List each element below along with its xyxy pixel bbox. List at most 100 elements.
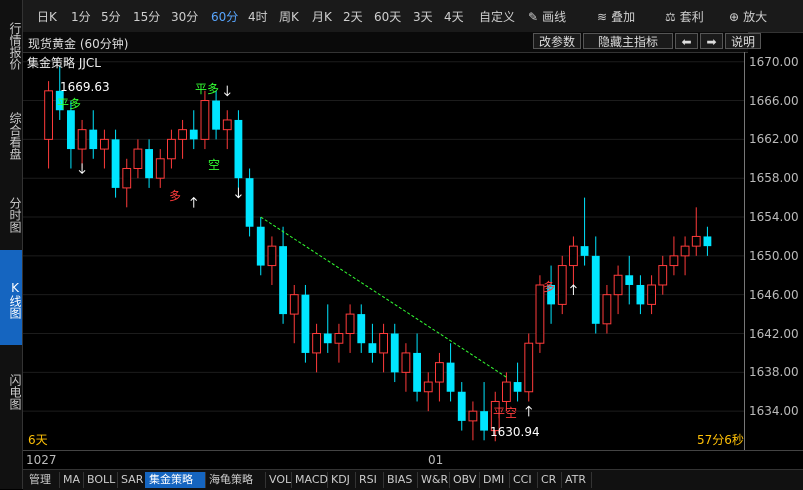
candle-body: [401, 352, 411, 373]
candle-body: [234, 119, 243, 179]
candle-body: [44, 90, 53, 140]
indicator-tab-13[interactable]: DMI: [479, 472, 510, 488]
price-tick-2: 1662.00: [749, 132, 799, 147]
candle-body: [245, 178, 254, 227]
indicator-tab-6[interactable]: VOL: [265, 472, 292, 488]
tool-button-1[interactable]: ≋ 叠加: [597, 8, 635, 25]
period-button-1[interactable]: 1分: [71, 8, 91, 25]
candle-body: [89, 129, 98, 150]
candle-body: [189, 129, 198, 140]
candle-body: [625, 275, 634, 285]
period-button-13[interactable]: 自定义: [479, 8, 515, 25]
indicator-tab-12[interactable]: OBV: [449, 472, 480, 488]
candle-body: [647, 284, 656, 305]
period-button-12[interactable]: 4天: [444, 8, 464, 25]
candlestick-chart[interactable]: [23, 52, 744, 450]
left-tab-3[interactable]: K线图: [0, 250, 22, 345]
indicator-tab-4[interactable]: 集金策略: [145, 472, 206, 488]
left-tab-1[interactable]: 综合看盘: [0, 92, 22, 176]
tool-label-3: 放大: [743, 10, 768, 24]
signal-arrow-2: [190, 196, 198, 208]
indicator-tab-10[interactable]: BIAS: [383, 472, 418, 488]
indicator-tab-1[interactable]: MA: [59, 472, 84, 488]
candle-body: [580, 246, 589, 256]
signal-arrow-1: [223, 85, 231, 97]
candle-body: [691, 235, 701, 247]
candle-body: [524, 342, 534, 393]
candle-body: [334, 333, 344, 344]
candle-body: [357, 314, 366, 344]
tool-button-3[interactable]: ⊕ 放大: [729, 8, 767, 25]
signal-short: 空: [208, 158, 221, 172]
indicator-tab-0[interactable]: 管理: [25, 472, 60, 488]
header-button-2[interactable]: ⬅: [675, 33, 698, 49]
candle-body: [368, 343, 377, 353]
period-button-4[interactable]: 30分: [171, 8, 198, 25]
tool-button-0[interactable]: ✎ 画线: [528, 8, 566, 25]
candle-body: [591, 255, 600, 324]
price-tick-9: 1634.00: [749, 404, 799, 419]
price-tick-7: 1642.00: [749, 326, 799, 341]
header-button-0[interactable]: 改参数: [533, 33, 581, 49]
tool-label-2: 套利: [679, 10, 704, 24]
strategy-label: 集金策略 JJCL: [27, 56, 101, 70]
time-label-2: 01: [428, 453, 444, 467]
indicator-tab-7[interactable]: MACD: [291, 472, 328, 488]
candle-body: [279, 246, 287, 315]
indicator-tab-9[interactable]: RSI: [355, 472, 384, 488]
candle-body: [502, 381, 511, 402]
candle-body: [222, 119, 232, 131]
candle-body: [323, 333, 332, 344]
tool-label-1: 叠加: [611, 10, 636, 24]
tool-label-0: 画线: [542, 10, 567, 24]
time-axis: 1027 01: [23, 450, 803, 469]
left-tab-0[interactable]: 行情报价: [0, 0, 22, 88]
indicator-tab-8[interactable]: KDJ: [327, 472, 356, 488]
period-button-9[interactable]: 2天: [343, 8, 363, 25]
period-button-5[interactable]: 60分: [211, 8, 238, 25]
price-tick-8: 1638.00: [749, 365, 799, 380]
signal-arrow-3: [235, 187, 242, 199]
indicator-tab-2[interactable]: BOLL: [83, 472, 118, 488]
candle-body: [256, 226, 265, 266]
period-button-3[interactable]: 15分: [133, 8, 160, 25]
indicator-tab-11[interactable]: W&R: [417, 472, 450, 488]
period-button-10[interactable]: 60天: [374, 8, 401, 25]
period-button-8[interactable]: 月K: [312, 8, 332, 25]
period-button-6[interactable]: 4时: [248, 8, 268, 25]
price-tick-1: 1666.00: [749, 93, 799, 108]
candle-body: [133, 148, 143, 169]
left-tab-2[interactable]: 分时图: [0, 180, 22, 246]
candle-body: [557, 265, 567, 305]
layers-icon: ≋: [597, 10, 608, 24]
candle-body: [178, 129, 187, 140]
candle-body: [167, 138, 176, 160]
indicator-tab-5[interactable]: 海龟策略: [205, 472, 266, 488]
candle-body: [435, 362, 444, 383]
period-button-0[interactable]: 日K: [37, 8, 57, 25]
left-tab-bar: 行情报价综合看盘分时图 K线图闪电图: [0, 0, 23, 489]
candle-body: [212, 100, 220, 130]
header-button-1[interactable]: 隐藏主指标: [583, 33, 673, 49]
header-button-4[interactable]: 说明: [725, 33, 761, 49]
candle-body: [111, 139, 120, 188]
candle-body: [122, 167, 132, 189]
tool-button-2[interactable]: ⚖ 套利: [665, 8, 704, 25]
candle-body: [613, 274, 623, 296]
candle-body: [446, 362, 455, 392]
chart-header: 现货黄金 (60分钟) 改参数 隐藏主指标 ⬅ ➡ 说明: [23, 32, 761, 53]
period-button-7[interactable]: 周K: [279, 8, 299, 25]
period-button-2[interactable]: 5分: [101, 8, 121, 25]
signal-arrow-5: [570, 284, 577, 295]
time-label-1: 1027: [26, 453, 57, 467]
period-button-11[interactable]: 3天: [413, 8, 433, 25]
header-button-3[interactable]: ➡: [700, 33, 723, 49]
signal-close-short: 平空: [493, 406, 518, 420]
indicator-tab-16[interactable]: ATR: [561, 472, 592, 488]
candle-body: [345, 313, 355, 335]
candle-body: [301, 294, 310, 353]
indicator-tab-3[interactable]: SAR: [117, 472, 146, 488]
indicator-tab-15[interactable]: CR: [537, 472, 562, 488]
left-tab-4[interactable]: 闪电图: [0, 350, 22, 430]
indicator-tab-14[interactable]: CCI: [509, 472, 538, 488]
